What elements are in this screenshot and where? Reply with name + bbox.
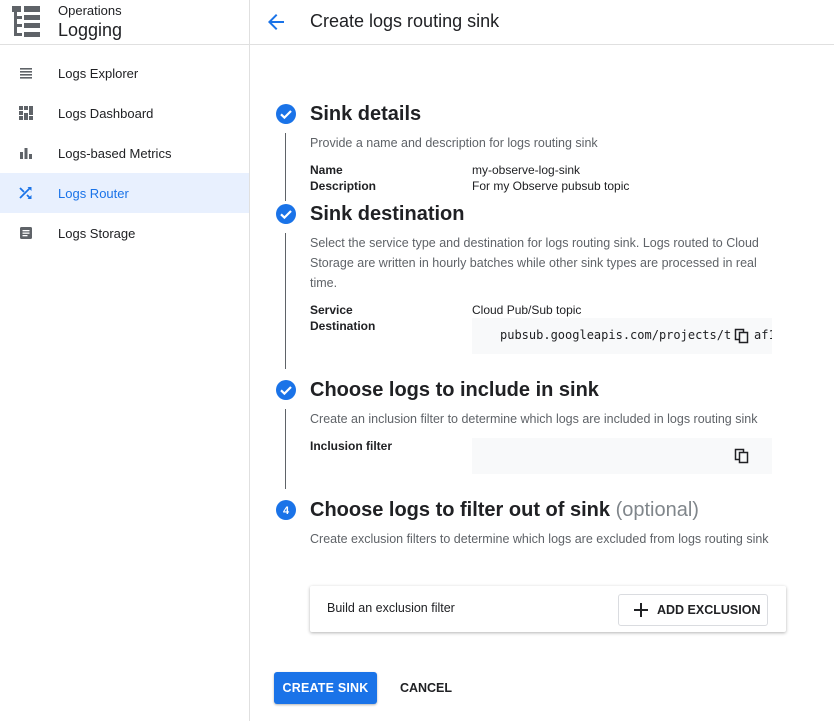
optional-tag: (optional) xyxy=(615,499,699,521)
sidebar-item-label: Logs-based Metrics xyxy=(58,145,172,161)
check-circle-icon xyxy=(276,204,296,224)
name-label: Name xyxy=(310,163,343,177)
logging-app: Operations Logging Logs Explorer Logs Da… xyxy=(0,0,834,721)
logging-logo-icon xyxy=(12,6,40,37)
step-connector xyxy=(285,133,286,201)
add-exclusion-label: ADD EXCLUSION xyxy=(657,603,761,617)
sidebar-item-logs-explorer[interactable]: Logs Explorer xyxy=(0,53,249,93)
product-subtitle: Operations xyxy=(58,3,122,18)
storage-icon xyxy=(20,227,32,239)
sidebar-item-label: Logs Storage xyxy=(58,225,136,241)
step-title-sink-details: Sink details xyxy=(310,103,422,125)
back-arrow-icon[interactable] xyxy=(264,10,288,34)
sidebar-item-logs-based-metrics[interactable]: Logs-based Metrics xyxy=(0,133,249,173)
cancel-button[interactable]: CANCEL xyxy=(390,672,462,704)
page-header: Create logs routing sink xyxy=(250,0,834,45)
step-description: Select the service type and destination … xyxy=(310,236,759,290)
create-sink-button[interactable]: CREATE SINK xyxy=(274,672,377,704)
bar-chart-icon xyxy=(20,148,32,159)
add-exclusion-button[interactable]: ADD EXCLUSION xyxy=(618,594,768,626)
destination-value: pubsub.googleapis.com/projects/t xyxy=(500,328,732,342)
sidebar-item-label: Logs Explorer xyxy=(58,65,139,81)
dashboard-icon xyxy=(19,106,33,120)
check-circle-icon xyxy=(276,380,296,400)
step-title-include-logs: Choose logs to include in sink xyxy=(310,379,599,401)
inclusion-filter-label: Inclusion filter xyxy=(310,439,393,453)
step-number: 4 xyxy=(283,505,290,517)
exclusion-filter-label: Build an exclusion filter xyxy=(327,601,455,615)
copy-icon[interactable] xyxy=(734,328,750,344)
service-label: Service xyxy=(310,303,353,317)
check-circle-icon xyxy=(276,104,296,124)
product-header: Operations Logging xyxy=(0,0,249,45)
name-value: my-observe-log-sink xyxy=(472,163,581,177)
exclusion-filter-card: Build an exclusion filter ADD EXCLUSION xyxy=(310,586,786,632)
sidebar-item-logs-router[interactable]: Logs Router xyxy=(0,173,249,213)
destination-label: Destination xyxy=(310,319,376,333)
plus-icon xyxy=(634,603,648,617)
destination-code-box: pubsub.googleapis.com/projects/t af1 xyxy=(472,318,772,354)
step-connector xyxy=(285,233,286,369)
destination-overflow: af1 xyxy=(754,328,772,342)
description-label: Description xyxy=(310,179,377,193)
sidebar-nav: Logs Explorer Logs Dashboard Logs-based … xyxy=(0,53,249,253)
step-title-exclude-logs: Choose logs to filter out of sink (optio… xyxy=(310,499,699,522)
sidebar-item-label: Logs Router xyxy=(58,185,129,201)
step-number-icon: 4 xyxy=(276,500,296,520)
inclusion-filter-box xyxy=(472,438,772,474)
step-title-text: Choose logs to filter out of sink xyxy=(310,499,610,521)
sink-form: Sink details Provide a name and descript… xyxy=(250,45,834,721)
step-title-sink-destination: Sink destination xyxy=(310,203,465,225)
shuffle-icon xyxy=(19,186,32,200)
sidebar: Operations Logging Logs Explorer Logs Da… xyxy=(0,0,250,721)
sidebar-item-logs-storage[interactable]: Logs Storage xyxy=(0,213,249,253)
service-value: Cloud Pub/Sub topic xyxy=(472,303,582,317)
list-icon xyxy=(20,68,32,79)
sidebar-item-logs-dashboard[interactable]: Logs Dashboard xyxy=(0,93,249,133)
sidebar-item-label: Logs Dashboard xyxy=(58,105,154,121)
step-description: Create exclusion filters to determine wh… xyxy=(310,532,769,546)
product-title: Logging xyxy=(58,20,123,40)
page-title: Create logs routing sink xyxy=(310,11,500,31)
step-connector xyxy=(285,409,286,489)
description-value: For my Observe pubsub topic xyxy=(472,179,630,193)
copy-icon[interactable] xyxy=(734,448,750,464)
step-description: Create an inclusion filter to determine … xyxy=(310,412,758,426)
step-description: Provide a name and description for logs … xyxy=(310,136,598,150)
